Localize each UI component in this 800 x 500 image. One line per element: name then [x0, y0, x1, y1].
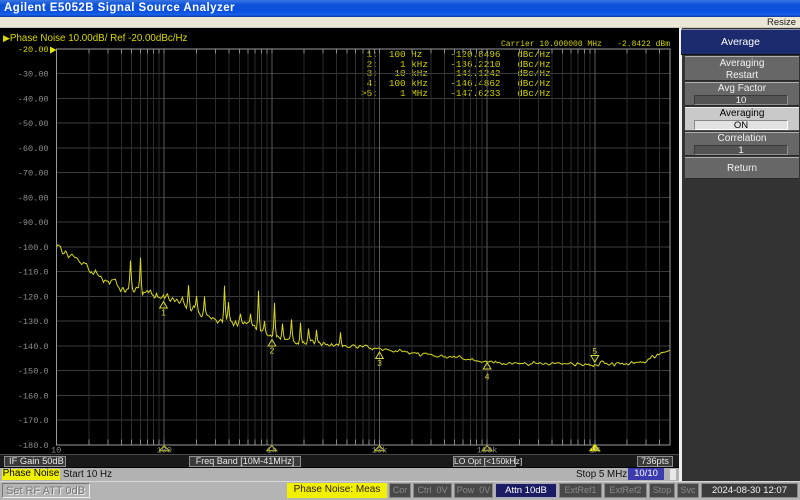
svg-text:-130.0: -130.0 — [18, 317, 49, 327]
svg-text:-60.00: -60.00 — [18, 144, 49, 154]
svg-text:-50.00: -50.00 — [18, 119, 49, 129]
svg-text:-150.0: -150.0 — [18, 367, 49, 377]
svg-text:4: 4 — [485, 372, 490, 382]
svg-text:2: 2 — [270, 346, 275, 356]
svg-text:-90.00: -90.00 — [18, 218, 49, 228]
svg-text:-170.0: -170.0 — [18, 416, 49, 426]
svg-text:-140.0: -140.0 — [18, 342, 49, 352]
svg-text:-100.0: -100.0 — [18, 243, 49, 253]
svg-text:-110.0: -110.0 — [18, 268, 49, 278]
svg-text:-40.00: -40.00 — [18, 95, 49, 105]
svg-text:-20.00: -20.00 — [18, 45, 49, 55]
svg-text:-70.00: -70.00 — [18, 169, 49, 179]
svg-text:-180.0: -180.0 — [18, 441, 49, 451]
svg-text:3: 3 — [377, 358, 382, 368]
svg-text:5: 5 — [592, 346, 597, 356]
svg-text:1: 1 — [161, 308, 166, 318]
svg-text:-160.0: -160.0 — [18, 391, 49, 401]
svg-text:-120.0: -120.0 — [18, 292, 49, 302]
svg-text:-30.00: -30.00 — [18, 70, 49, 80]
svg-text:-80.00: -80.00 — [18, 193, 49, 203]
